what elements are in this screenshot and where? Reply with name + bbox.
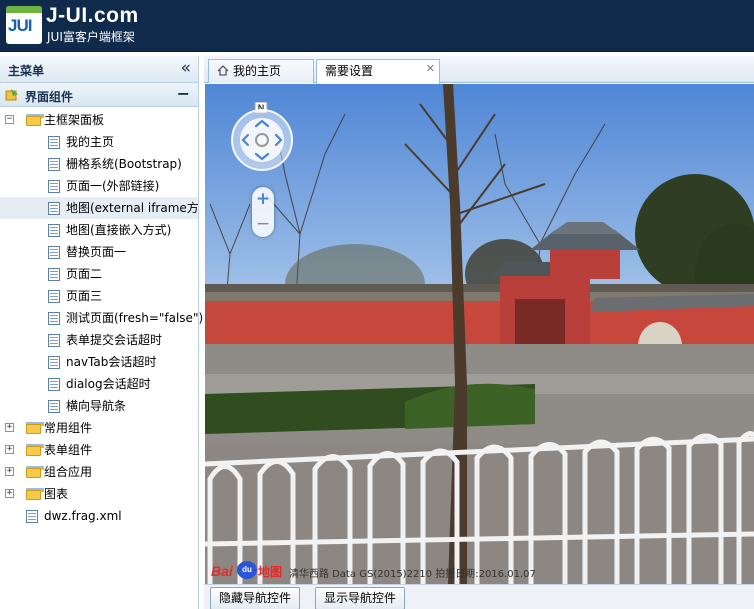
tree-item-label: 栅格系统(Bootstrap) bbox=[66, 157, 182, 171]
zoom-control: + − bbox=[252, 187, 274, 237]
expand-node-icon[interactable]: + bbox=[5, 467, 14, 476]
page-icon bbox=[48, 136, 60, 149]
tab-bar: 我的主页 需要设置 ✕ bbox=[204, 56, 754, 84]
tab-settings-label: 需要设置 bbox=[325, 64, 374, 78]
tree-item[interactable]: 替换页面一 bbox=[0, 241, 198, 263]
tree-item[interactable]: navTab会话超时 bbox=[0, 351, 198, 373]
expand-node-icon[interactable]: + bbox=[5, 445, 14, 454]
home-icon bbox=[217, 65, 229, 76]
sidebar: 主菜单 « 界面组件 − − 主框架面板我的主页栅格系统(Bootstrap) 页面… bbox=[0, 56, 203, 609]
page-icon bbox=[48, 268, 60, 281]
expand-node-icon[interactable]: + bbox=[5, 423, 14, 432]
logo-bar bbox=[6, 6, 42, 13]
show-nav-button[interactable]: 显示导航控件 bbox=[315, 587, 406, 609]
baidu-paw-icon: du bbox=[237, 561, 257, 579]
folder-icon bbox=[26, 466, 44, 478]
page-icon bbox=[48, 378, 60, 391]
tree-item-label: 地图(直接嵌入方式) bbox=[66, 223, 172, 237]
folder-icon bbox=[26, 444, 44, 456]
tree-item-label: 主框架面板 bbox=[44, 113, 105, 127]
components-icon bbox=[5, 89, 18, 101]
tab-settings[interactable]: 需要设置 ✕ bbox=[316, 59, 440, 84]
menu-tree: − 主框架面板我的主页栅格系统(Bootstrap) 页面一(外部链接) 地图(ext… bbox=[0, 109, 203, 527]
tree-item-label: 页面一(外部链接) bbox=[66, 179, 160, 193]
zoom-in-button[interactable]: + bbox=[252, 187, 274, 211]
folder-icon bbox=[26, 422, 44, 434]
zoom-out-button[interactable]: − bbox=[252, 213, 274, 237]
app-title: J-UI.com bbox=[46, 4, 139, 27]
tree-item[interactable]: 栅格系统(Bootstrap) bbox=[0, 153, 198, 175]
page-icon bbox=[26, 510, 38, 523]
tree-item-label: 表单提交会话超时 bbox=[66, 333, 163, 347]
tab-home[interactable]: 我的主页 bbox=[208, 59, 314, 83]
tree-folder[interactable]: + 常用组件 bbox=[0, 417, 198, 439]
tree-item-label: navTab会话超时 bbox=[66, 355, 157, 369]
tree-folder[interactable]: + 组合应用 bbox=[0, 461, 198, 483]
tree-item[interactable]: 页面三 bbox=[0, 285, 198, 307]
tab-home-label: 我的主页 bbox=[233, 64, 282, 78]
tree-item-label: 常用组件 bbox=[44, 421, 93, 435]
tree-item-label: 图表 bbox=[44, 487, 69, 501]
tree-item-label: 页面二 bbox=[66, 267, 103, 281]
tree-item[interactable]: 地图(直接嵌入方式) bbox=[0, 219, 198, 241]
expand-node-icon[interactable]: + bbox=[5, 489, 14, 498]
logo-badge: JUI bbox=[8, 16, 32, 35]
street-view-map[interactable]: N + − Bai du 地图 清华西路 Data GS(2015)2210 拍… bbox=[205, 84, 754, 584]
page-icon bbox=[48, 246, 60, 259]
tree-item[interactable]: 页面二 bbox=[0, 263, 198, 285]
tree-item-label: dialog会话超时 bbox=[66, 377, 151, 391]
logo: JUI bbox=[6, 6, 42, 44]
page-icon bbox=[48, 224, 60, 237]
tree-item[interactable]: 测试页面(fresh="false") bbox=[0, 307, 203, 329]
map-button-bar: 隐藏导航控件 显示导航控件 bbox=[204, 584, 754, 609]
accordion-header[interactable]: 界面组件 − bbox=[0, 83, 198, 107]
tree-item[interactable]: 表单提交会话超时 bbox=[0, 329, 198, 351]
copyright-text: 清华西路 Data GS(2015)2210 拍摄日期:2016.01.07 bbox=[289, 569, 536, 580]
tree-item-label: 测试页面(fresh="false") bbox=[66, 311, 204, 325]
tree-folder[interactable]: + 图表 bbox=[0, 483, 198, 505]
close-tab-icon[interactable]: ✕ bbox=[426, 58, 435, 80]
accordion-collapse-icon[interactable]: − bbox=[177, 84, 190, 103]
map-navigation-control[interactable]: N bbox=[230, 102, 294, 182]
sidebar-title: 主菜单 bbox=[8, 64, 45, 78]
collapse-node-icon[interactable]: − bbox=[5, 115, 14, 124]
tree-item-label: 表单组件 bbox=[44, 443, 93, 457]
tree-item-label: 页面三 bbox=[66, 289, 103, 303]
tree-item[interactable]: 我的主页 bbox=[0, 131, 198, 153]
collapse-sidebar-icon[interactable]: « bbox=[181, 59, 191, 77]
page-icon bbox=[48, 400, 60, 413]
tree-item-label: 我的主页 bbox=[66, 135, 115, 149]
tree-item[interactable]: 页面一(外部链接) bbox=[0, 175, 198, 197]
page-icon bbox=[48, 202, 60, 215]
page-icon bbox=[48, 158, 60, 171]
tree-item[interactable]: dialog会话超时 bbox=[0, 373, 198, 395]
tree-folder[interactable]: − 主框架面板 bbox=[0, 109, 198, 131]
accordion-title: 界面组件 bbox=[25, 90, 74, 104]
page-icon bbox=[48, 290, 60, 303]
tree-item-label: 横向导航条 bbox=[66, 399, 127, 413]
tree-item-label: dwz.frag.xml bbox=[44, 509, 122, 523]
folder-icon bbox=[26, 114, 44, 126]
tree-item-label: 地图(external iframe方 bbox=[66, 201, 199, 215]
tree-item-label: 组合应用 bbox=[44, 465, 93, 479]
tree-folder[interactable]: + 表单组件 bbox=[0, 439, 198, 461]
page-icon bbox=[48, 180, 60, 193]
page-icon bbox=[48, 356, 60, 369]
tree-item-label: 替换页面一 bbox=[66, 245, 127, 259]
sidebar-header: 主菜单 « bbox=[0, 56, 198, 83]
page-icon bbox=[48, 312, 60, 325]
app-subtitle: JUI富客户端框架 bbox=[47, 30, 135, 44]
folder-icon bbox=[26, 488, 44, 500]
hide-nav-button[interactable]: 隐藏导航控件 bbox=[210, 587, 301, 609]
page-icon bbox=[48, 334, 60, 347]
tree-item[interactable]: 地图(external iframe方 bbox=[0, 197, 199, 219]
app-header: JUI J-UI.com JUI富客户端框架 bbox=[0, 0, 754, 52]
tree-item[interactable]: dwz.frag.xml bbox=[0, 505, 198, 527]
tree-item[interactable]: 横向导航条 bbox=[0, 395, 198, 417]
